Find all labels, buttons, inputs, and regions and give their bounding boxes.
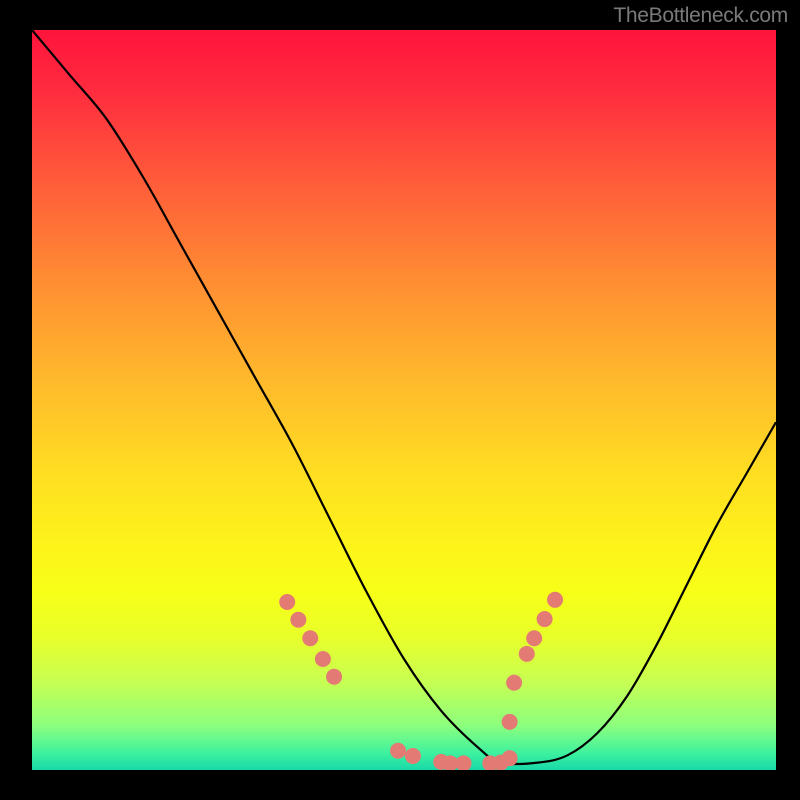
highlight-point [279, 594, 295, 610]
highlight-point [502, 714, 518, 730]
highlight-point [456, 755, 472, 770]
highlight-point [405, 748, 421, 764]
highlight-point [290, 612, 306, 628]
highlight-point [547, 592, 563, 608]
highlight-point [315, 651, 331, 667]
bottleneck-curve [32, 30, 776, 764]
chart-plot-area [32, 30, 776, 770]
highlight-point [526, 630, 542, 646]
highlight-point [537, 611, 553, 627]
chart-svg [32, 30, 776, 770]
highlight-point [502, 750, 518, 766]
highlight-point [506, 675, 522, 691]
highlight-point [326, 669, 342, 685]
highlight-points-group [279, 592, 563, 770]
highlight-point [519, 646, 535, 662]
highlight-point [302, 630, 318, 646]
highlight-point [390, 743, 406, 759]
watermark-text: TheBottleneck.com [613, 4, 788, 28]
